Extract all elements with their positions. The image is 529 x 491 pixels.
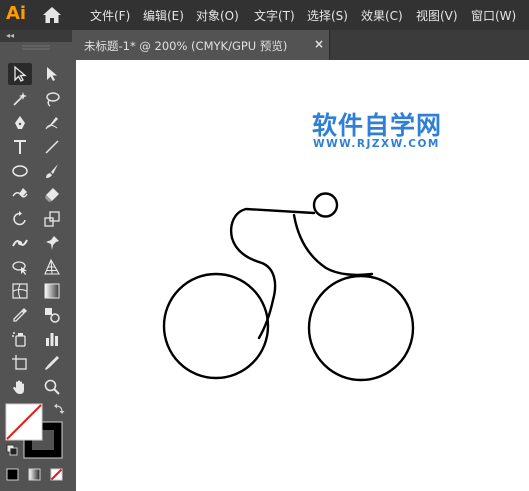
fill-stroke-widget (5, 403, 65, 459)
eyedropper-tool-icon[interactable] (8, 304, 32, 326)
shaper-tool-icon[interactable] (8, 184, 32, 206)
gradient-mode-icon[interactable] (28, 468, 41, 481)
menu-edit[interactable]: 编辑(E) (143, 7, 184, 24)
perspective-grid-tool-icon[interactable] (40, 256, 64, 278)
slice-tool-icon[interactable] (40, 352, 64, 374)
selection-tool-icon[interactable] (8, 63, 32, 85)
scale-tool-icon[interactable] (40, 208, 64, 230)
symbol-sprayer-tool-icon[interactable] (8, 328, 32, 350)
width-tool-icon[interactable] (8, 232, 32, 254)
document-tab-label: 未标题-1* @ 200% (CMYK/GPU 预览) (84, 39, 288, 53)
column-graph-tool-icon[interactable] (40, 328, 64, 350)
pen-tool-icon[interactable] (8, 112, 32, 134)
blend-tool-icon[interactable] (40, 304, 64, 326)
type-tool-icon[interactable] (8, 136, 32, 158)
document-tab-strip: 未标题-1* @ 200% (CMYK/GPU 预览) × (76, 30, 529, 60)
ellipse-tool-icon[interactable] (8, 160, 32, 182)
menu-effect[interactable]: 效果(C) (361, 7, 403, 24)
rear-wheel (162, 272, 270, 380)
menu-window[interactable]: 窗口(W) (471, 7, 516, 24)
document-tab[interactable]: 未标题-1* @ 200% (CMYK/GPU 预览) × (76, 30, 330, 60)
color-mode-icon[interactable] (6, 468, 19, 481)
menu-type[interactable]: 文字(T) (254, 7, 295, 24)
line-segment-tool-icon[interactable] (40, 136, 64, 158)
paintbrush-tool-icon[interactable] (40, 160, 64, 182)
mesh-tool-icon[interactable] (8, 280, 32, 302)
cyclist-artwork[interactable] (76, 60, 529, 491)
shape-builder-tool-icon[interactable] (8, 256, 32, 278)
eraser-tool-icon[interactable] (40, 184, 64, 206)
app-logo: Ai (6, 3, 27, 24)
cyclist-leg (292, 213, 374, 277)
direct-selection-tool-icon[interactable] (40, 63, 64, 85)
gradient-tool-icon[interactable] (40, 280, 64, 302)
home-icon[interactable] (42, 6, 62, 24)
menu-file[interactable]: 文件(F) (90, 7, 130, 24)
rotate-tool-icon[interactable] (8, 208, 32, 230)
close-icon[interactable]: × (314, 37, 324, 51)
menu-bar: Ai 文件(F) 编辑(E) 对象(O) 文字(T) 选择(S) 效果(C) 视… (0, 0, 529, 30)
artboard-canvas[interactable]: 软件自学网 WWW.RJZXW.COM (76, 60, 529, 491)
color-mode-buttons (6, 468, 63, 481)
magic-wand-tool-icon[interactable] (8, 88, 32, 110)
menu-view[interactable]: 视图(V) (416, 7, 458, 24)
artboard-tool-icon[interactable] (8, 352, 32, 374)
curvature-tool-icon[interactable] (40, 112, 64, 134)
collapse-panel-icon[interactable]: ◂◂ (6, 32, 14, 40)
menu-select[interactable]: 选择(S) (307, 7, 348, 24)
lasso-tool-icon[interactable] (40, 88, 64, 110)
menu-object[interactable]: 对象(O) (196, 7, 239, 24)
zoom-tool-icon[interactable] (40, 376, 64, 398)
cyclist-body (230, 207, 316, 340)
cyclist-head (312, 192, 339, 218)
panel-grip-icon[interactable] (0, 44, 72, 52)
front-wheel (307, 274, 415, 382)
hand-tool-icon[interactable] (8, 376, 32, 398)
puppet-warp-tool-icon[interactable] (40, 232, 64, 254)
